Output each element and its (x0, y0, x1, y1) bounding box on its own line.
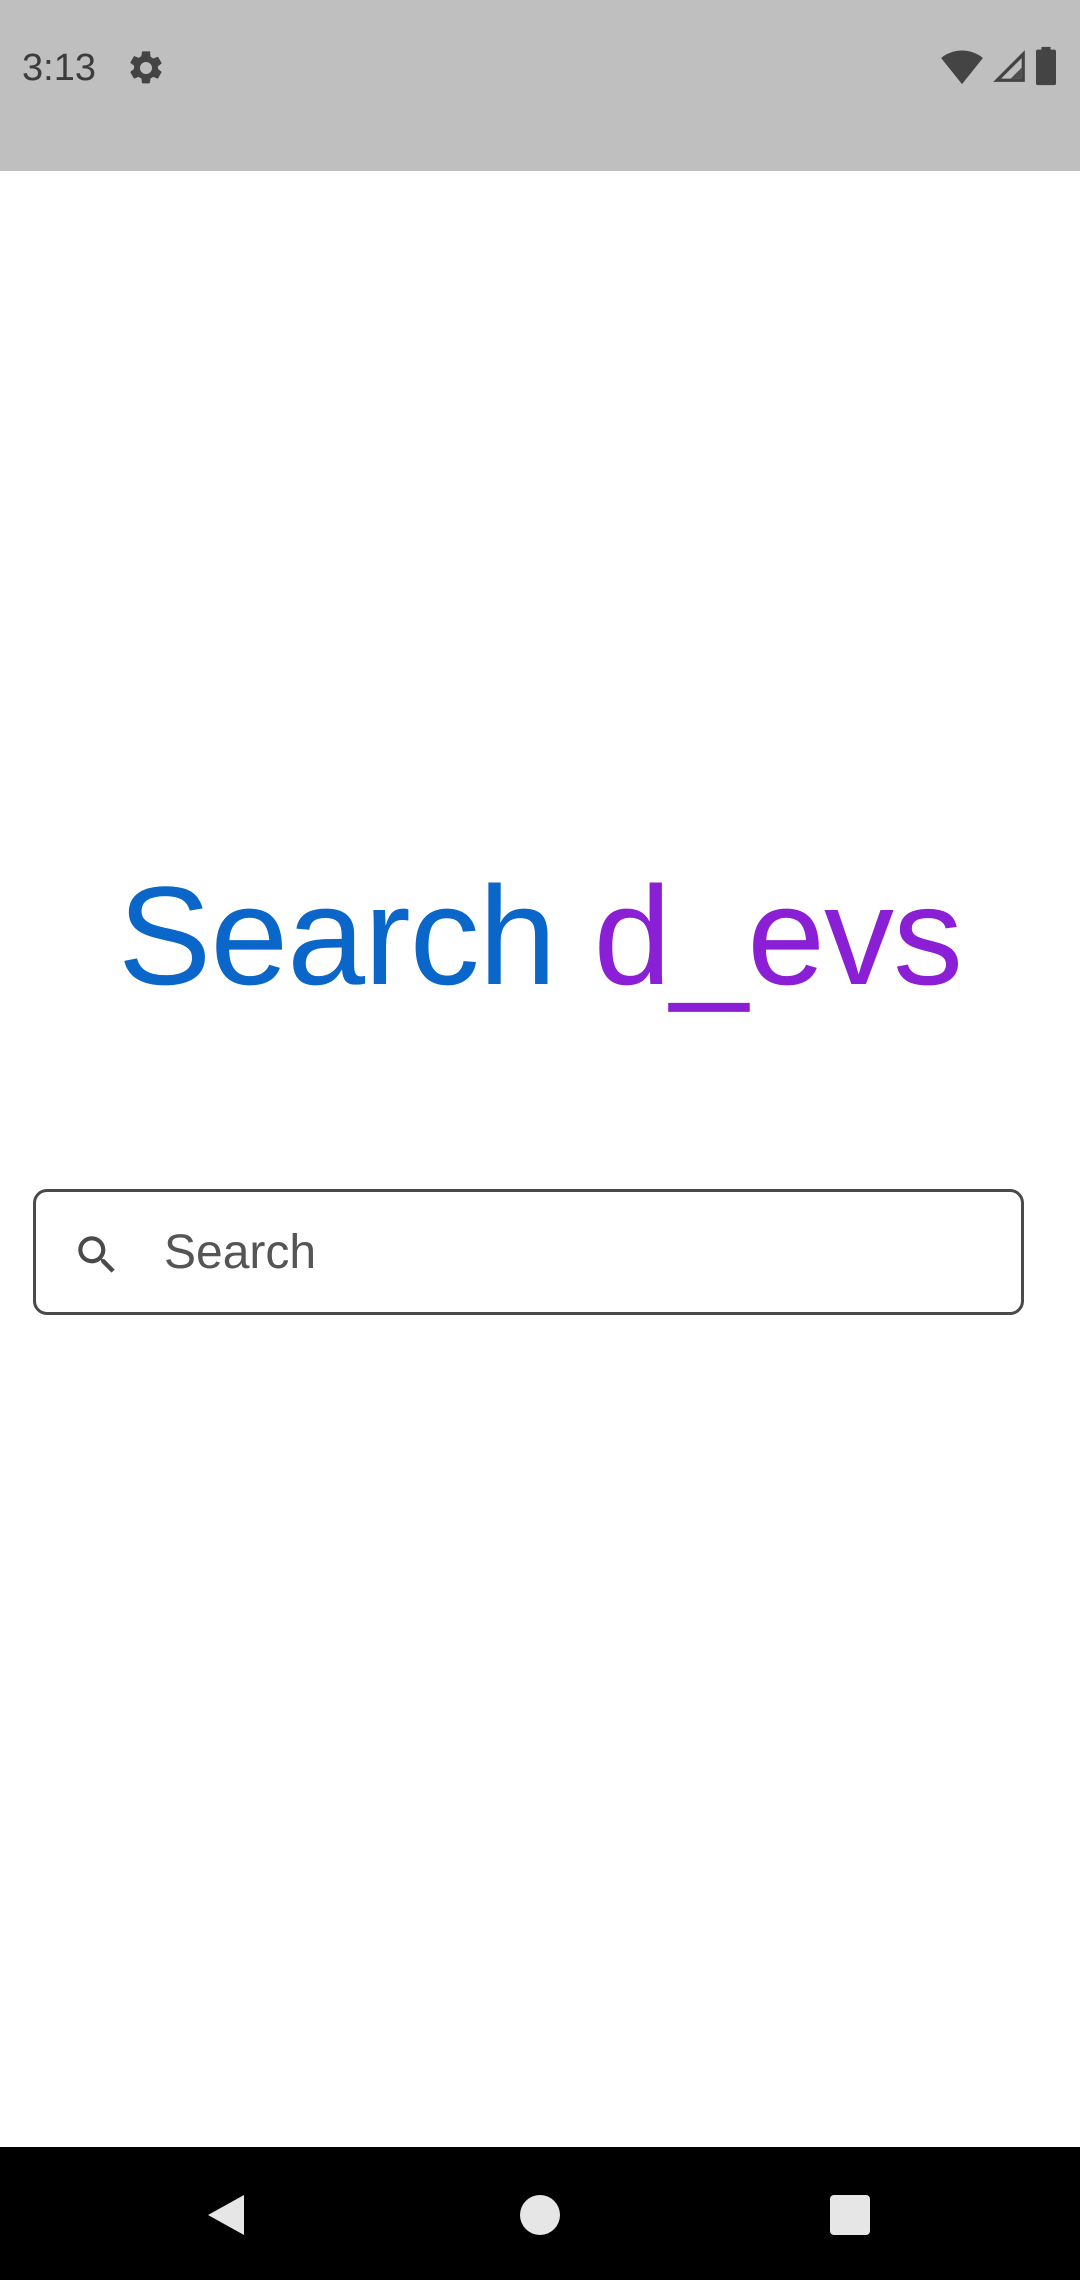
home-icon[interactable] (508, 2183, 572, 2247)
status-time: 3:13 (22, 47, 96, 89)
main-content: Search d_evs (0, 171, 1080, 2147)
battery-icon (1034, 46, 1058, 91)
wifi-icon (940, 46, 984, 91)
status-icons (940, 46, 1058, 91)
status-bar: 3:13 (0, 0, 1080, 171)
search-input[interactable] (164, 1210, 984, 1294)
search-icon (72, 1230, 122, 1280)
title-brand-word: d_evs (593, 857, 963, 1014)
search-bar[interactable] (33, 1189, 1024, 1315)
back-icon[interactable] (194, 2183, 258, 2247)
recents-icon[interactable] (818, 2183, 882, 2247)
title-search-word: Search (117, 857, 557, 1014)
signal-icon (990, 47, 1028, 90)
gear-icon (126, 48, 166, 88)
navigation-bar (0, 2147, 1080, 2280)
page-title: Search d_evs (0, 851, 1080, 1021)
